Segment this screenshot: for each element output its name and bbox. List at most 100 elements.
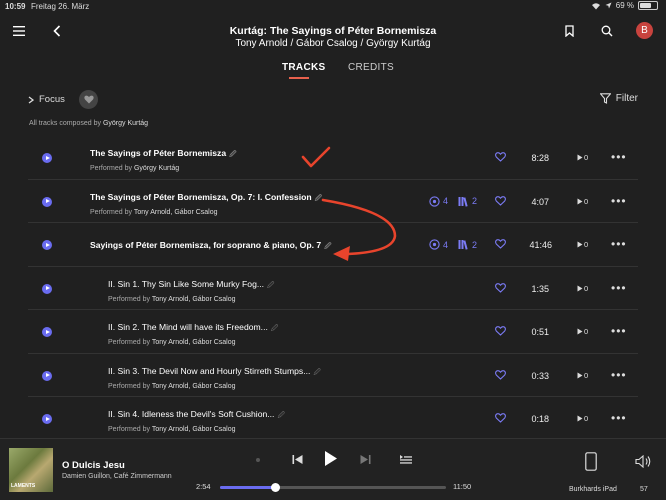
- albums-badge[interactable]: 2: [458, 239, 477, 250]
- more-options-icon[interactable]: •••: [611, 194, 627, 208]
- track-title: II. Sin 1. Thy Sin Like Some Murky Fog..…: [108, 279, 275, 292]
- now-playing-title: O Dulcis Jesu: [62, 460, 125, 471]
- favorite-heart-icon[interactable]: [495, 152, 506, 162]
- tab-tracks[interactable]: TRACKS: [282, 62, 325, 73]
- favorite-heart-icon[interactable]: [495, 413, 506, 423]
- track-row[interactable]: The Sayings of Péter Bornemisza 🖉 Perform…: [28, 136, 638, 180]
- favorite-heart-icon[interactable]: [495, 239, 506, 249]
- track-info[interactable]: II. Sin 3. The Devil Now and Hourly Stir…: [108, 366, 321, 390]
- composer-note-name[interactable]: György Kurtág: [103, 120, 148, 127]
- track-row[interactable]: II. Sin 4. Idleness the Devil's Soft Cus…: [28, 397, 638, 441]
- track-row[interactable]: II. Sin 3. The Devil Now and Hourly Stir…: [28, 354, 638, 397]
- play-count: 0: [577, 284, 588, 293]
- heart-icon: [83, 95, 94, 104]
- elapsed-time: 2:54: [196, 482, 211, 491]
- track-info[interactable]: II. Sin 4. Idleness the Devil's Soft Cus…: [108, 409, 285, 433]
- track-row[interactable]: Sayings of Péter Bornemisza, for soprano…: [28, 223, 638, 267]
- track-info[interactable]: The Sayings of Péter Bornemisza 🖉 Perform…: [90, 148, 237, 172]
- versions-icon: [429, 239, 440, 250]
- performer-names[interactable]: György Kurtág: [134, 165, 179, 172]
- play-track-icon[interactable]: [42, 153, 52, 163]
- pin-icon: 🖉: [313, 368, 321, 376]
- device-name[interactable]: Burkhards iPad: [569, 486, 617, 493]
- play-count-icon: [577, 154, 583, 161]
- play-count-value: 0: [584, 327, 589, 336]
- performer-names[interactable]: Tony Arnold, Gábor Csalog: [152, 296, 236, 303]
- total-time: 11:50: [453, 482, 472, 491]
- tab-credits[interactable]: CREDITS: [348, 62, 394, 73]
- performed-by-label: Performed by: [108, 339, 151, 346]
- favorite-heart-icon[interactable]: [495, 282, 506, 293]
- status-time: 10:59: [5, 2, 26, 11]
- favorite-heart-icon[interactable]: [495, 369, 506, 380]
- track-performers: Performed by Tony Arnold, Gábor Csalog: [108, 426, 285, 433]
- progress-slider[interactable]: [220, 483, 446, 492]
- track-row[interactable]: II. Sin 1. Thy Sin Like Some Murky Fog..…: [28, 267, 638, 310]
- track-info[interactable]: Sayings of Péter Bornemisza, for soprano…: [90, 240, 332, 253]
- albums-icon: [458, 196, 468, 207]
- play-track-icon[interactable]: [42, 240, 52, 250]
- track-duration: 8:28: [531, 153, 549, 163]
- volume-icon[interactable]: [635, 455, 652, 468]
- track-info[interactable]: II. Sin 2. The Mind will have its Freedo…: [108, 322, 278, 346]
- track-info[interactable]: The Sayings of Péter Bornemisza, Op. 7: …: [90, 192, 322, 216]
- versions-badge[interactable]: 4: [429, 195, 448, 207]
- performer-names[interactable]: Tony Arnold, Gábor Csalog: [152, 339, 236, 346]
- performer-names[interactable]: Tony Arnold, Gábor Csalog: [152, 383, 236, 390]
- search-icon[interactable]: [600, 24, 614, 38]
- progress-knob[interactable]: [270, 483, 280, 492]
- play-count-value: 0: [584, 283, 589, 293]
- previous-icon[interactable]: [292, 454, 303, 465]
- play-icon[interactable]: [324, 450, 338, 467]
- album-artists: Tony Arnold / Gábor Csalog / György Kurt…: [235, 38, 431, 49]
- more-options-icon[interactable]: •••: [611, 411, 627, 425]
- play-track-icon[interactable]: [42, 196, 52, 207]
- performed-by-label: Performed by: [108, 426, 151, 433]
- more-options-icon[interactable]: •••: [611, 237, 627, 251]
- favorites-filter-button[interactable]: [79, 90, 98, 109]
- play-track-icon[interactable]: [42, 327, 52, 337]
- track-row[interactable]: II. Sin 2. The Mind will have its Freedo…: [28, 310, 638, 354]
- performer-names[interactable]: Tony Arnold, Gábor Csalog: [152, 426, 236, 433]
- track-row[interactable]: The Sayings of Péter Bornemisza, Op. 7: …: [28, 180, 638, 223]
- album-cover[interactable]: LAMENTS: [9, 448, 53, 492]
- performer-names[interactable]: Tony Arnold, Gábor Csalog: [134, 209, 218, 216]
- track-title: The Sayings of Péter Bornemisza, Op. 7: …: [90, 192, 322, 205]
- track-duration: 0:18: [531, 414, 549, 424]
- bookmark-icon[interactable]: [562, 24, 576, 38]
- track-title-text: The Sayings of Péter Bornemisza, Op. 7: …: [90, 191, 312, 202]
- more-options-icon[interactable]: •••: [611, 368, 627, 382]
- track-duration: 0:51: [531, 327, 549, 337]
- avatar[interactable]: B: [636, 22, 653, 39]
- more-options-icon[interactable]: •••: [611, 324, 627, 338]
- filter-button[interactable]: Filter: [599, 93, 638, 104]
- ipad-device-icon[interactable]: [585, 452, 597, 471]
- track-title-text: Sayings of Péter Bornemisza, for soprano…: [90, 240, 322, 250]
- volume-level: 57: [640, 486, 648, 493]
- focus-button[interactable]: Focus: [28, 94, 65, 105]
- play-count: 0: [577, 327, 588, 336]
- play-count-value: 0: [584, 153, 589, 162]
- versions-badge[interactable]: 4: [429, 239, 448, 250]
- more-options-icon[interactable]: •••: [611, 150, 627, 164]
- albums-badge[interactable]: 2: [458, 196, 477, 207]
- favorite-heart-icon[interactable]: [495, 195, 506, 206]
- shuffle-icon[interactable]: [255, 457, 261, 463]
- play-track-icon[interactable]: [42, 414, 52, 424]
- filter-icon: [599, 93, 611, 104]
- albums-count: 2: [472, 196, 478, 206]
- track-title: Sayings of Péter Bornemisza, for soprano…: [90, 240, 332, 253]
- play-count: 0: [577, 197, 588, 206]
- favorite-heart-icon[interactable]: [495, 326, 506, 336]
- track-title: II. Sin 4. Idleness the Devil's Soft Cus…: [108, 409, 285, 422]
- play-count: 0: [577, 414, 588, 423]
- next-icon[interactable]: [360, 454, 371, 465]
- play-count: 0: [577, 153, 588, 162]
- more-options-icon[interactable]: •••: [611, 281, 627, 295]
- play-track-icon[interactable]: [42, 370, 52, 381]
- track-info[interactable]: II. Sin 1. Thy Sin Like Some Murky Fog..…: [108, 279, 275, 303]
- queue-icon[interactable]: [400, 455, 412, 464]
- play-track-icon[interactable]: [42, 283, 52, 294]
- filter-row: Focus Filter: [0, 88, 666, 114]
- status-bar: 10:59 Freitag 26. März 69 %: [0, 0, 666, 14]
